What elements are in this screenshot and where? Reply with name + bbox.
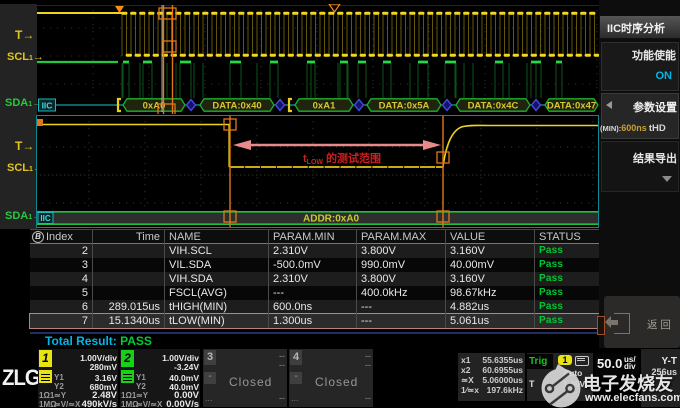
svg-text:0xA1: 0xA1 — [313, 101, 336, 112]
svg-text:DATA:0x5A: DATA:0x5A — [379, 101, 430, 112]
svg-text:ADDR:0xA0: ADDR:0xA0 — [303, 214, 360, 225]
svg-text:DATA:0x4C: DATA:0x4C — [468, 101, 519, 112]
svg-text:IIC: IIC — [40, 214, 50, 223]
svg-text:IIC: IIC — [42, 101, 53, 111]
svg-text:DATA:0x40: DATA:0x40 — [212, 101, 261, 112]
svg-text:DATA:0x47: DATA:0x47 — [547, 101, 596, 112]
